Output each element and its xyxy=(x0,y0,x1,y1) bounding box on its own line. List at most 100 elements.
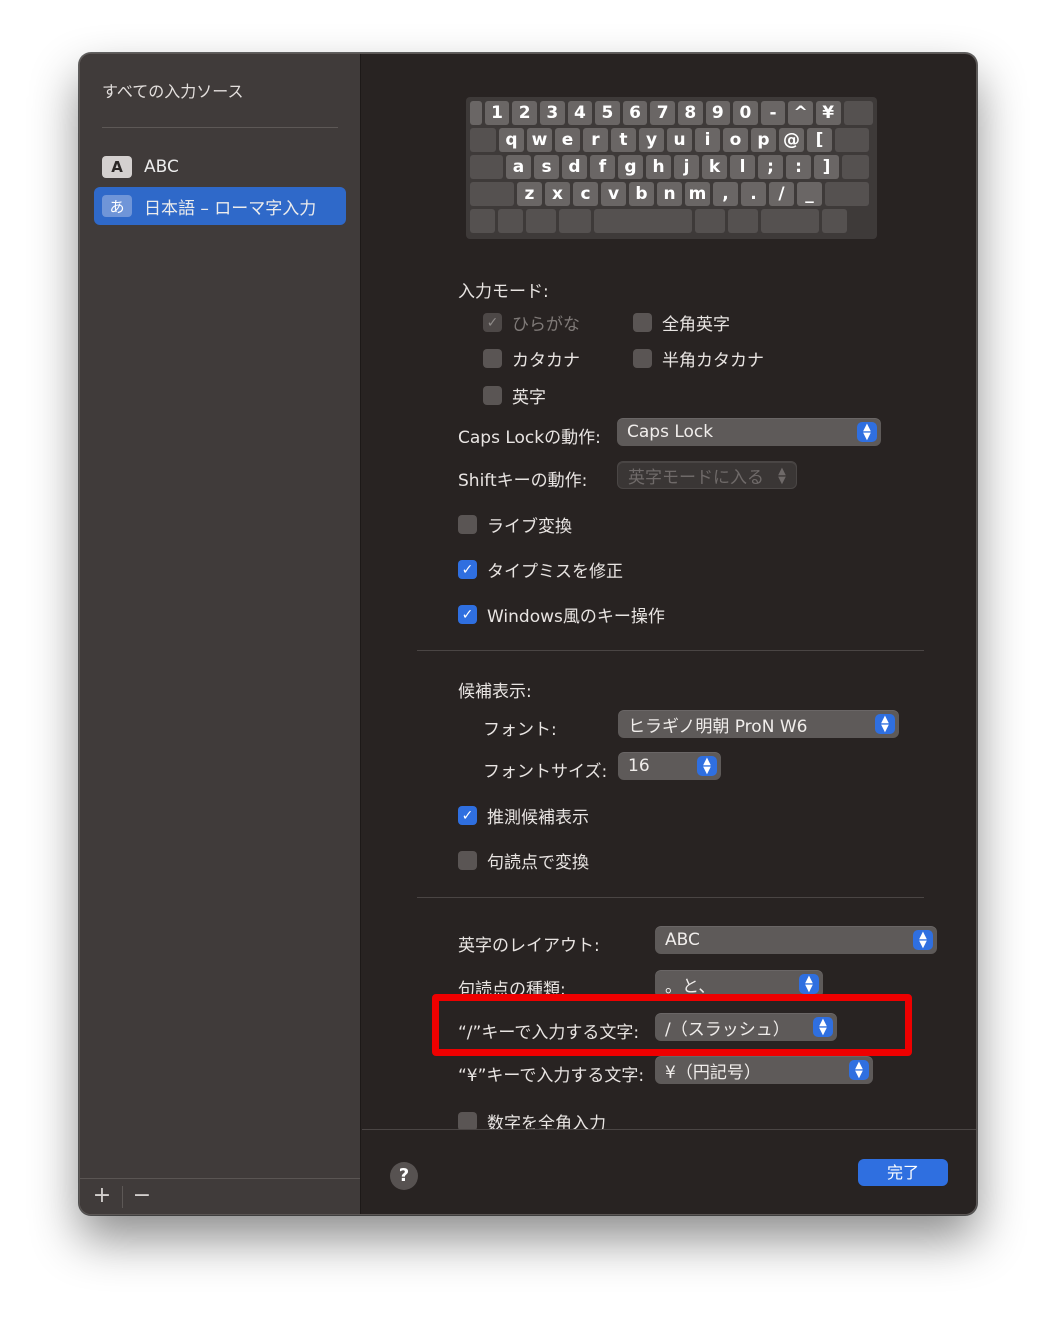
checkbox-box xyxy=(483,386,502,405)
key: i xyxy=(695,128,720,152)
checkmark-icon: ✓ xyxy=(458,605,477,624)
done-button[interactable]: 完了 xyxy=(858,1159,948,1186)
hankaku-katakana-checkbox[interactable]: 半角カタカナ xyxy=(633,346,764,371)
key-arrows xyxy=(761,209,819,233)
up-down-chevron-icon: ▲ ▼ xyxy=(857,422,877,442)
key: ; xyxy=(758,155,783,179)
live-conversion-label: ライブ変換 xyxy=(487,517,572,537)
remove-source-button[interactable]: − xyxy=(127,1183,157,1208)
font-value: ヒラギノ明朝 ProN W6 xyxy=(628,716,808,737)
keyboard-row xyxy=(470,209,873,233)
sidebar-divider xyxy=(102,127,338,128)
key: p xyxy=(751,128,776,152)
key-tab xyxy=(470,128,496,152)
candidates-label: 候補表示: xyxy=(458,682,532,702)
key: o xyxy=(723,128,748,152)
key: 4 xyxy=(567,101,593,125)
key: f xyxy=(590,155,615,179)
key: / xyxy=(769,182,794,206)
caps-lock-select[interactable]: Caps Lock ▲ ▼ xyxy=(617,418,881,446)
key-return-lower xyxy=(842,155,869,179)
key: [ xyxy=(807,128,832,152)
predictive-label: 推測候補表示 xyxy=(487,808,589,828)
up-down-chevron-icon: ▲ ▼ xyxy=(799,974,819,994)
up-down-chevron-icon: ▲ ▼ xyxy=(913,930,933,950)
hankaku-katakana-label: 半角カタカナ xyxy=(662,351,764,371)
typo-fix-label: タイプミスを修正 xyxy=(487,562,623,582)
key: 6 xyxy=(622,101,648,125)
font-label: フォント: xyxy=(483,720,557,740)
add-source-button[interactable]: + xyxy=(87,1183,117,1208)
key: e xyxy=(555,128,580,152)
punct-convert-checkbox[interactable]: 句読点で変換 xyxy=(458,848,589,873)
key: v xyxy=(601,182,626,206)
punct-convert-label: 句読点で変換 xyxy=(487,853,589,873)
windows-keys-checkbox[interactable]: ✓ Windows風のキー操作 xyxy=(458,602,665,627)
checkbox-box xyxy=(483,349,502,368)
shift-select: 英字モードに入る ▲ ▼ xyxy=(617,461,797,489)
eiji-checkbox[interactable]: 英字 xyxy=(483,383,546,408)
up-down-chevron-icon: ▲ ▼ xyxy=(875,714,895,734)
key: 5 xyxy=(595,101,620,125)
predictive-checkbox[interactable]: ✓ 推測候補表示 xyxy=(458,803,589,828)
checkbox-box xyxy=(633,349,652,368)
key: @ xyxy=(779,128,804,152)
live-conversion-checkbox[interactable]: ライブ変換 xyxy=(458,512,572,537)
key: 3 xyxy=(539,101,565,125)
yen-key-select[interactable]: ¥（円記号） ▲ ▼ xyxy=(655,1056,873,1084)
key-shift-left xyxy=(470,182,514,206)
key: m xyxy=(685,182,710,206)
key: 9 xyxy=(705,101,731,125)
zenkaku-eiji-label: 全角英字 xyxy=(662,315,730,335)
key: r xyxy=(583,128,608,152)
key-delete xyxy=(843,101,874,125)
font-size-select[interactable]: 16 ▲ ▼ xyxy=(618,752,721,780)
help-button[interactable]: ? xyxy=(390,1162,418,1190)
keyboard-row: 1 2 3 4 5 6 7 8 9 0 - ^ ¥ xyxy=(470,101,874,125)
zenkaku-eiji-checkbox[interactable]: 全角英字 xyxy=(633,310,730,335)
key: y xyxy=(639,128,664,152)
punct-type-label: 句読点の種類: xyxy=(458,980,566,1000)
layout-select[interactable]: ABC ▲ ▼ xyxy=(655,926,937,954)
eiji-label: 英字 xyxy=(512,388,546,408)
key: x xyxy=(545,182,570,206)
input-sources-window: すべての入力ソース A ABC あ 日本語 – ローマ字入力 + − 1 2 3… xyxy=(79,53,977,1215)
key-option-right xyxy=(728,209,758,233)
key: 2 xyxy=(512,101,537,125)
key-arrow-right xyxy=(822,209,847,233)
key-shift-right xyxy=(825,182,869,206)
source-item-label: 日本語 – ローマ字入力 xyxy=(144,198,317,219)
source-item-japanese-romaji[interactable]: あ 日本語 – ローマ字入力 xyxy=(94,187,346,225)
layout-value: ABC xyxy=(665,930,700,950)
checkbox-box xyxy=(458,851,477,870)
katakana-label: カタカナ xyxy=(512,351,580,371)
key: ¥ xyxy=(815,101,841,125)
shift-value: 英字モードに入る xyxy=(628,467,764,488)
key: : xyxy=(786,155,811,179)
key-control xyxy=(470,155,503,179)
key: l xyxy=(730,155,755,179)
hiragana-badge-icon: あ xyxy=(102,195,132,217)
sidebar-toolbar: + − xyxy=(80,1178,360,1214)
key: c xyxy=(573,182,598,206)
punct-type-select[interactable]: 。と、 ▲ ▼ xyxy=(655,970,823,998)
typo-fix-checkbox[interactable]: ✓ タイプミスを修正 xyxy=(458,557,623,582)
up-down-chevron-icon: ▲ ▼ xyxy=(813,1017,833,1037)
slash-key-select[interactable]: /（スラッシュ） ▲ ▼ xyxy=(655,1013,837,1041)
key: s xyxy=(534,155,559,179)
sidebar: すべての入力ソース A ABC あ 日本語 – ローマ字入力 + − xyxy=(80,54,361,1214)
punct-type-value: 。と、 xyxy=(665,976,716,997)
source-item-abc[interactable]: A ABC xyxy=(94,148,346,186)
key: j xyxy=(674,155,699,179)
katakana-checkbox[interactable]: カタカナ xyxy=(483,346,580,371)
caps-lock-value: Caps Lock xyxy=(627,422,714,442)
checkmark-icon: ✓ xyxy=(458,560,477,579)
key: d xyxy=(562,155,587,179)
hiragana-label: ひらがな xyxy=(512,315,580,335)
key: u xyxy=(667,128,692,152)
keyboard-row: a s d f g h j k l ; : ] xyxy=(470,155,873,179)
slash-key-value: /（スラッシュ） xyxy=(665,1019,790,1040)
key: k xyxy=(702,155,727,179)
font-select[interactable]: ヒラギノ明朝 ProN W6 ▲ ▼ xyxy=(618,710,899,738)
font-size-label: フォントサイズ: xyxy=(483,762,608,782)
